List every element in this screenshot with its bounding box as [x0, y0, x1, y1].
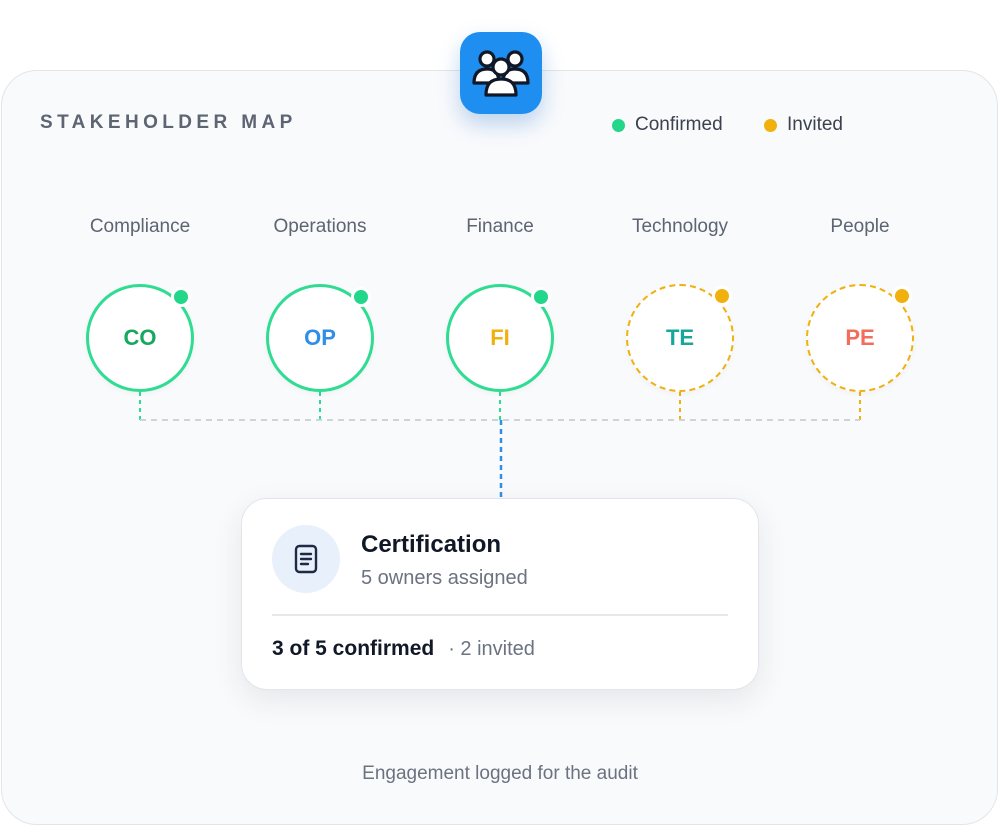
stakeholder-label-finance: Finance [466, 216, 534, 237]
invited-count: · 2 invited [448, 638, 535, 660]
stakeholder-node-operations[interactable]: OP [266, 284, 374, 392]
stakeholder-label-operations: Operations [273, 216, 367, 237]
stakeholder-initials: OP [304, 325, 336, 350]
stakeholder-node-finance[interactable]: FI [446, 284, 554, 392]
card-summary: 3 of 5 confirmed · 2 invited [272, 637, 535, 661]
page-title: STAKEHOLDER MAP [40, 112, 297, 133]
legend-confirmed: Confirmed [612, 114, 723, 136]
document-icon [294, 544, 318, 574]
card-title: Certification [361, 531, 502, 558]
invited-dot-icon [764, 118, 777, 132]
footer-note: Engagement logged for the audit [362, 763, 638, 784]
stakeholder-initials: CO [123, 325, 157, 350]
stakeholder-node-people[interactable]: PE [806, 284, 914, 392]
confirmed-status-icon [171, 287, 191, 307]
confirmed-dot-icon [612, 118, 625, 132]
card-subtitle: 5 owners assigned [361, 567, 528, 589]
stakeholder-initials: TE [665, 325, 695, 350]
stakeholder-label-compliance: Compliance [89, 216, 191, 237]
legend-invited: Invited [764, 114, 843, 136]
stakeholder-initials: PE [845, 325, 875, 350]
invited-status-icon [892, 286, 912, 306]
confirmed-status-icon [351, 287, 371, 307]
document-badge [272, 525, 340, 593]
stakeholder-label-people: People [830, 216, 890, 237]
legend-invited-label: Invited [787, 114, 843, 135]
invited-status-icon [712, 286, 732, 306]
certification-card[interactable]: Certification 5 owners assigned 3 of 5 c… [241, 498, 759, 690]
legend-confirmed-label: Confirmed [635, 114, 723, 135]
confirmed-status-icon [531, 287, 551, 307]
card-divider [272, 614, 728, 616]
stakeholder-node-technology[interactable]: TE [626, 284, 734, 392]
stakeholder-initials: FI [490, 325, 510, 350]
confirmed-count: 3 of 5 confirmed [272, 637, 435, 660]
app-badge [460, 32, 542, 114]
stakeholder-label-technology: Technology [631, 216, 729, 237]
people-group-icon [472, 50, 530, 97]
stakeholder-map-panel [1, 70, 998, 825]
stakeholder-node-compliance[interactable]: CO [86, 284, 194, 392]
